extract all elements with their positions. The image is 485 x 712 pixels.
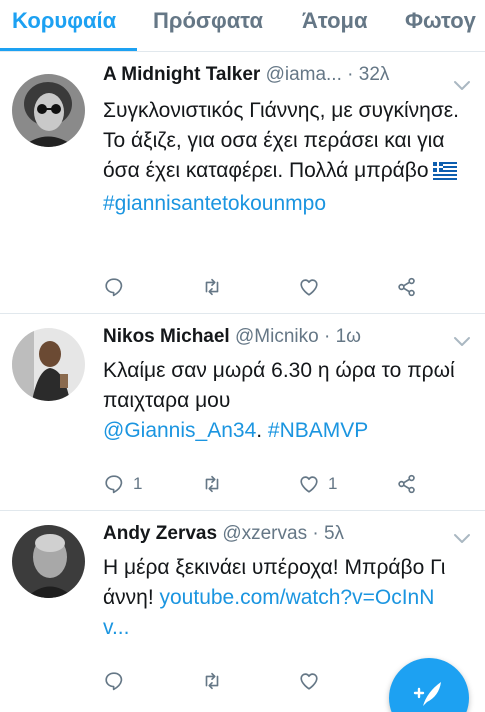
- retweet-button[interactable]: [201, 274, 223, 300]
- tab-latest[interactable]: Πρόσφατα: [153, 8, 263, 34]
- reply-button[interactable]: [103, 668, 125, 694]
- avatar[interactable]: [12, 74, 85, 147]
- tweet-actions: [103, 274, 433, 300]
- separator-dot: ·: [312, 523, 324, 544]
- tweet-body: Κλαίμε σαν μωρά 6.30 η ώρα το πρωί παιχτ…: [103, 359, 455, 412]
- hashtag-link[interactable]: #NBAMVP: [268, 419, 368, 442]
- retweet-icon: [205, 475, 219, 493]
- tweet-actions: 1 1: [103, 471, 433, 497]
- retweet-button[interactable]: [201, 471, 223, 497]
- like-icon: [300, 673, 318, 690]
- tweet-header: Andy Zervas @xzervas · 5λ: [103, 523, 344, 545]
- like-count: 1: [328, 474, 338, 493]
- timestamp[interactable]: 1ω: [336, 326, 361, 347]
- display-name[interactable]: Andy Zervas: [103, 523, 217, 544]
- active-tab-indicator: [0, 48, 137, 51]
- reply-count: 1: [133, 474, 143, 493]
- tweet-body: Συγκλονιστικός Γιάννης, με συγκίνησε. Το…: [103, 99, 459, 182]
- hashtag-link[interactable]: #giannisantetokounmpo: [103, 192, 326, 215]
- tweet-actions: [103, 668, 433, 694]
- search-tabs: Κορυφαία Πρόσφατα Άτομα Φωτογ: [0, 0, 485, 52]
- timestamp[interactable]: 32λ: [359, 64, 390, 85]
- compose-tweet-icon: [413, 682, 441, 706]
- reply-icon: [105, 278, 123, 297]
- tweet-text: Κλαίμε σαν μωρά 6.30 η ώρα το πρωί παιχτ…: [103, 356, 473, 446]
- like-icon: [300, 279, 318, 296]
- like-icon: [300, 476, 318, 493]
- like-button[interactable]: [298, 274, 320, 300]
- tweet-header: Nikos Michael @Micniko · 1ω: [103, 326, 361, 348]
- user-handle[interactable]: @Micniko: [235, 326, 319, 347]
- reply-icon: [105, 475, 123, 494]
- display-name[interactable]: Nikos Michael: [103, 326, 230, 347]
- reply-button[interactable]: 1: [103, 471, 142, 497]
- retweet-icon: [205, 672, 219, 690]
- user-handle[interactable]: @xzervas: [222, 523, 307, 544]
- chevron-down-icon[interactable]: [453, 336, 471, 348]
- share-icon: [398, 474, 415, 494]
- chevron-down-icon[interactable]: [453, 80, 471, 92]
- avatar[interactable]: [12, 525, 85, 598]
- like-button[interactable]: 1: [298, 471, 337, 497]
- separator-dot: ·: [323, 326, 336, 347]
- tweet-header: A Midnight Talker @iama... · 32λ: [103, 64, 389, 86]
- separator-dot: ·: [347, 64, 359, 85]
- like-button[interactable]: [298, 668, 320, 694]
- share-button[interactable]: [396, 471, 418, 497]
- tab-photos[interactable]: Φωτογ: [405, 8, 476, 34]
- share-icon: [398, 277, 415, 297]
- tweet[interactable]: Nikos Michael @Micniko · 1ω Κλαίμε σαν μ…: [0, 314, 485, 511]
- reply-button[interactable]: [103, 274, 125, 300]
- tweet-text: Συγκλονιστικός Γιάννης, με συγκίνησε. Το…: [103, 96, 473, 219]
- retweet-button[interactable]: [201, 668, 223, 694]
- reply-icon: [105, 672, 123, 691]
- tab-people[interactable]: Άτομα: [302, 8, 368, 34]
- mention-link[interactable]: @Giannis_An34: [103, 419, 256, 442]
- tab-top[interactable]: Κορυφαία: [12, 8, 116, 34]
- user-handle[interactable]: @iama...: [266, 64, 342, 85]
- tweet[interactable]: A Midnight Talker @iama... · 32λ Συγκλον…: [0, 52, 485, 314]
- tweet-body-suffix: .: [256, 419, 268, 442]
- chevron-down-icon[interactable]: [453, 533, 471, 545]
- timestamp[interactable]: 5λ: [324, 523, 344, 544]
- retweet-icon: [205, 278, 219, 296]
- avatar[interactable]: [12, 328, 85, 401]
- tweet-text: Η μέρα ξεκινάει υπέροχα! Μπράβο Γιάννη! …: [103, 553, 448, 643]
- display-name[interactable]: A Midnight Talker: [103, 64, 260, 85]
- greek-flag-icon: [432, 159, 457, 189]
- share-button[interactable]: [396, 274, 418, 300]
